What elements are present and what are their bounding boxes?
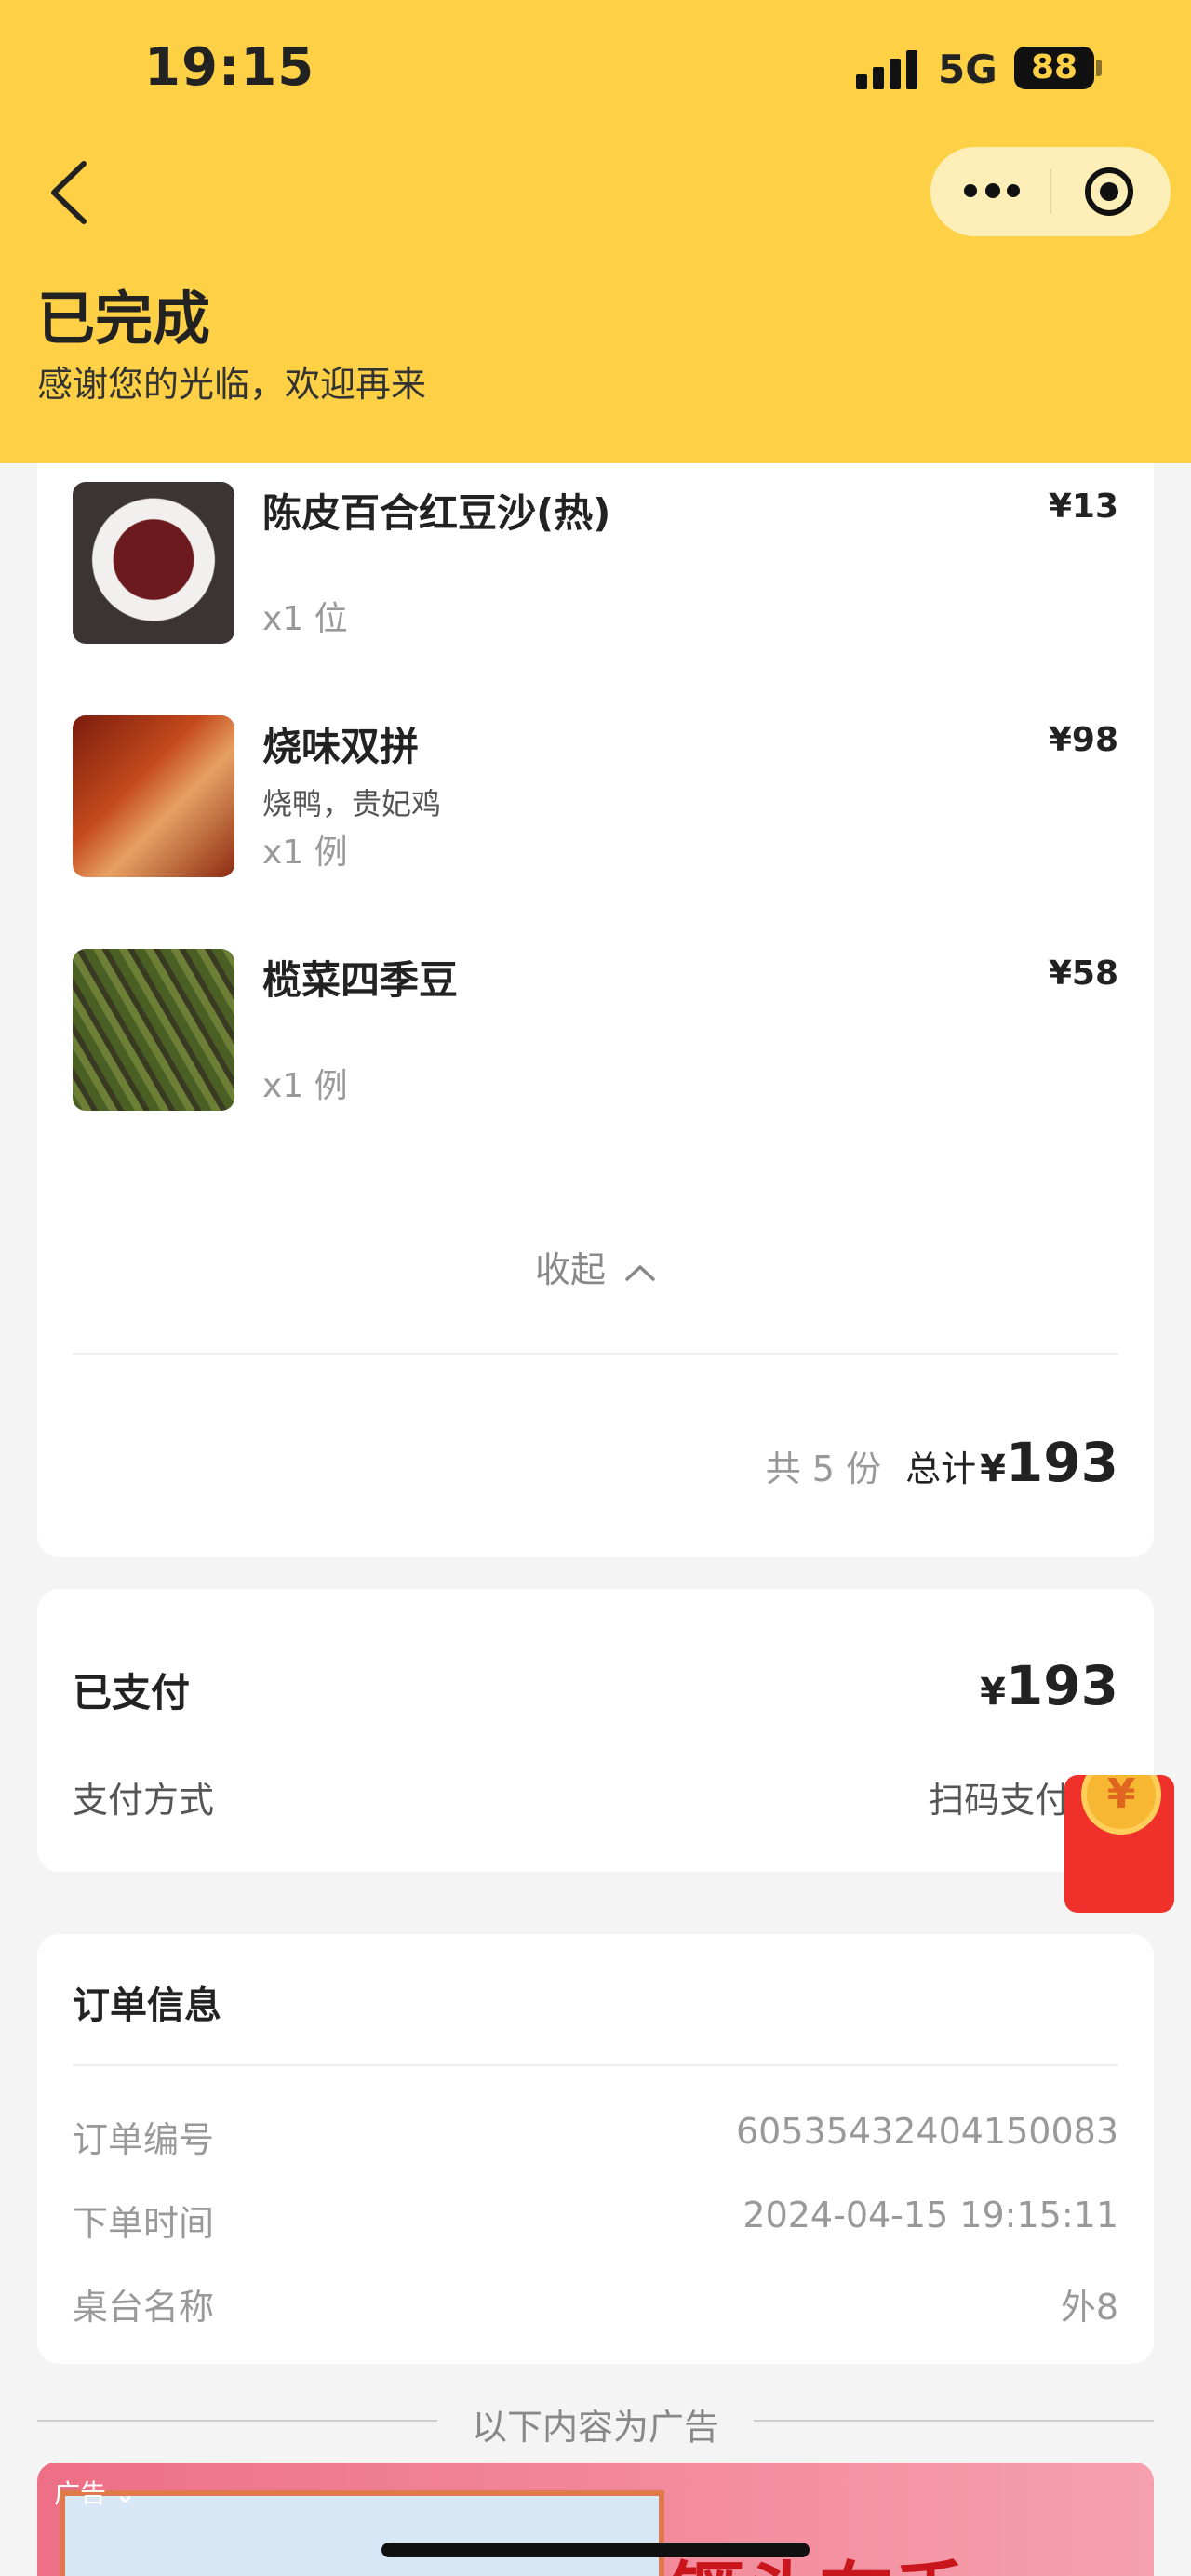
status-time: 19:15 <box>144 37 315 98</box>
dish-name: 烧味双拼 <box>262 724 420 769</box>
order-item: 陈皮百合红豆沙(热) x1 位 ¥13 <box>73 482 1118 645</box>
ad-tag-label: 广告 <box>54 2478 107 2509</box>
paid-label: 已支付 <box>73 1670 191 1715</box>
page-subtitle: 感谢您的光临，欢迎再来 <box>37 364 427 405</box>
order-time-value: 2024-04-15 19:15:11 <box>743 2195 1118 2236</box>
chevron-up-icon <box>625 1264 655 1281</box>
signal-icon <box>856 48 921 89</box>
order-info-card: 订单信息 订单编号 60535432404150083 下单时间 2024-04… <box>37 1934 1154 2364</box>
status-bar: 19:15 5G 88 <box>0 0 1191 140</box>
table-name-label: 桌台名称 <box>73 2287 215 2328</box>
payment-method-label: 支付方式 <box>73 1780 215 1821</box>
dish-qty: x1 例 <box>262 834 348 872</box>
red-packet-button[interactable]: ¥ <box>1064 1775 1174 1913</box>
dish-qty: x1 位 <box>262 600 348 638</box>
page-title: 已完成 <box>37 285 211 353</box>
capsule-divider <box>1050 169 1051 214</box>
dish-price: ¥58 <box>1048 954 1118 993</box>
dish-photo <box>73 482 234 644</box>
dish-price: ¥98 <box>1048 721 1118 759</box>
more-icon[interactable] <box>964 183 1020 199</box>
dish-qty: x1 例 <box>262 1067 348 1105</box>
battery-tip <box>1096 60 1102 76</box>
ad-tag[interactable]: 广告 ⌄ <box>54 2474 136 2511</box>
dish-photo <box>73 715 234 877</box>
ad-banner[interactable]: 广告 ⌄ 镢头在手 <box>37 2463 1154 2576</box>
header: 19:15 5G 88 已完成 感谢您的光临，欢迎再来 <box>0 0 1191 463</box>
dish-desc: 烧鸭，贵妃鸡 <box>262 786 442 821</box>
dish-photo <box>73 949 234 1111</box>
miniprogram-capsule <box>930 147 1171 236</box>
divider <box>73 1353 1118 1355</box>
item-count: 共 5 份 <box>765 1448 882 1489</box>
total-amount: 193 <box>1005 1431 1118 1494</box>
order-number-value: 60535432404150083 <box>735 2111 1118 2152</box>
battery-icon: 88 <box>1014 47 1094 89</box>
order-item: 榄菜四季豆 x1 例 ¥58 <box>73 949 1118 1112</box>
divider <box>73 2064 1118 2066</box>
order-items-card: 陈皮百合红豆沙(热) x1 位 ¥13 烧味双拼 烧鸭，贵妃鸡 x1 例 ¥98… <box>37 463 1154 1557</box>
payment-card: 已支付 ¥193 支付方式 扫码支付-微 <box>37 1589 1154 1872</box>
ad-divider-right <box>754 2420 1154 2422</box>
collapse-button[interactable]: 收起 <box>37 1241 1154 1292</box>
ad-divider-text: 以下内容为广告 <box>471 2407 719 2448</box>
ad-image <box>60 2490 664 2576</box>
paid-value: 193 <box>1005 1654 1118 1717</box>
yen-coin-icon: ¥ <box>1081 1775 1161 1835</box>
order-info-title: 订单信息 <box>73 1984 221 2027</box>
network-label: 5G <box>938 47 997 92</box>
order-item: 烧味双拼 烧鸭，贵妃鸡 x1 例 ¥98 <box>73 715 1118 878</box>
home-indicator[interactable] <box>381 2543 810 2557</box>
dish-name: 陈皮百合红豆沙(热) <box>262 490 611 536</box>
back-arrow-icon[interactable] <box>48 160 89 225</box>
currency-symbol: ¥ <box>980 1671 1006 1714</box>
order-summary: 共 5 份总计 ¥193 <box>766 1431 1118 1494</box>
dish-price: ¥13 <box>1048 487 1118 526</box>
dish-name: 榄菜四季豆 <box>262 957 459 1003</box>
collapse-label: 收起 <box>534 1249 606 1290</box>
order-time-label: 下单时间 <box>73 2203 215 2244</box>
close-miniprogram-icon[interactable] <box>1085 167 1133 216</box>
paid-amount: ¥193 <box>976 1654 1118 1717</box>
table-name-value: 外8 <box>1060 2287 1118 2328</box>
order-number-label: 订单编号 <box>73 2119 215 2160</box>
currency-symbol: ¥ <box>980 1448 1006 1490</box>
total-label: 总计 <box>905 1448 977 1489</box>
